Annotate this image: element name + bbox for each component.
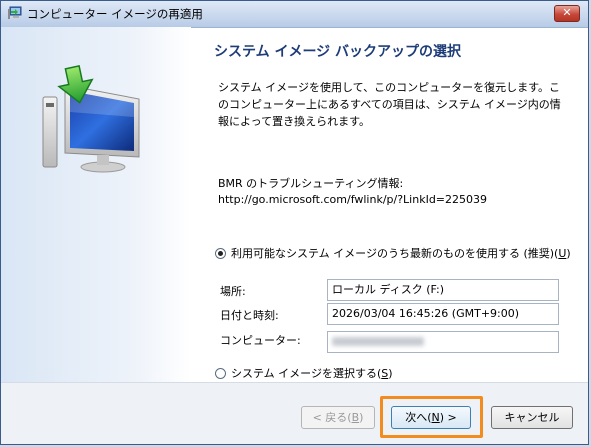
datetime-label: 日付と時刻: — [220, 309, 279, 322]
close-icon: ✕ — [562, 6, 572, 19]
description-text: システム イメージを使用して、このコンピューターを復元します。このコンピューター… — [218, 81, 561, 128]
use-latest-image-option[interactable]: 利用可能なシステム イメージのうち最新のものを使用する (推奨)(U) — [215, 245, 571, 261]
select-image-option[interactable]: システム イメージを選択する(S) — [215, 365, 393, 381]
backup-restore-icon — [8, 6, 22, 19]
window-title: コンピューター イメージの再適用 — [27, 7, 203, 21]
use-latest-label: 利用可能なシステム イメージのうち最新のものを使用する (推奨)(U) — [231, 247, 571, 260]
location-label: 場所: — [220, 285, 246, 298]
restore-wizard-window: コンピューター イメージの再適用 ✕ システム イメージ バックアップの選択 シ… — [0, 0, 589, 445]
computer-label: コンピューター: — [220, 334, 301, 347]
datetime-field: 2026/03/04 16:45:26 (GMT+9:00) — [327, 303, 559, 325]
use-latest-radio[interactable] — [215, 247, 226, 259]
bmr-info-label: BMR のトラブルシューティング情報: — [218, 177, 404, 190]
cancel-button[interactable]: キャンセル — [491, 406, 573, 429]
select-image-radio[interactable] — [215, 367, 226, 379]
computer-field — [327, 331, 559, 353]
system-image-restore-icon — [42, 65, 140, 173]
location-field: ローカル ディスク (F:) — [327, 279, 559, 301]
select-image-label: システム イメージを選択する(S) — [231, 367, 393, 380]
bmr-info-url[interactable]: http://go.microsoft.com/fwlink/p/?LinkId… — [218, 192, 487, 208]
next-button-highlight — [380, 396, 483, 438]
wizard-side-panel — [1, 27, 191, 382]
redacted-computer-name — [332, 337, 424, 346]
close-button[interactable]: ✕ — [554, 5, 580, 22]
page-heading: システム イメージ バックアップの選択 — [214, 44, 462, 60]
back-button[interactable]: < 戻る(B) — [301, 406, 375, 429]
title-bar[interactable]: コンピューター イメージの再適用 ✕ — [1, 1, 588, 28]
